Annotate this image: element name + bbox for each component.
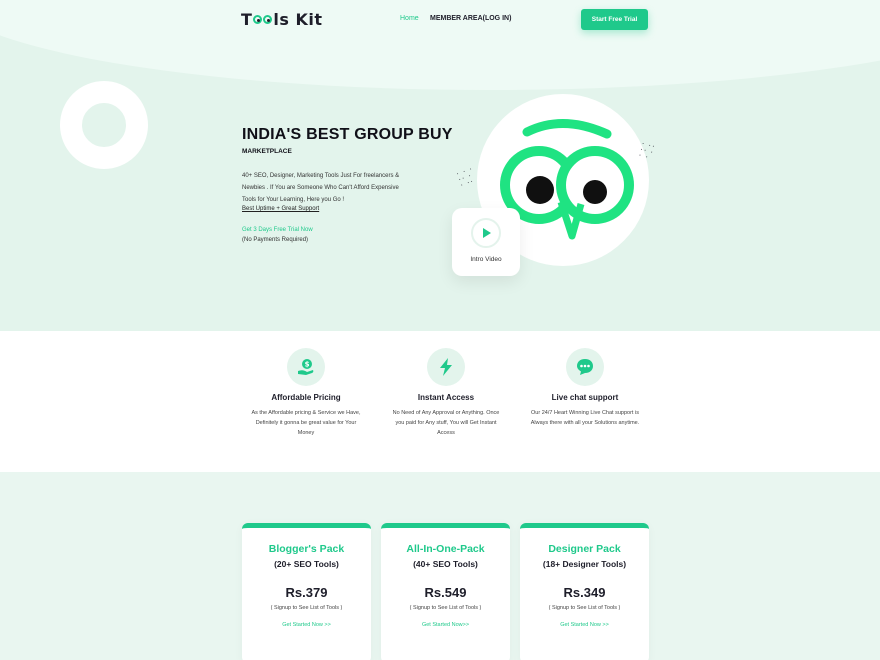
hero-highlight: Best Uptime + Great Support: [242, 206, 320, 212]
chat-icon: [566, 348, 604, 386]
pack-name: Designer Pack: [548, 543, 621, 555]
feature-title: Live chat support: [551, 393, 619, 402]
get-started-link[interactable]: Get Started Now >>: [242, 622, 371, 628]
pack-tool-count: (18+ Designer Tools): [542, 559, 627, 569]
nav-home-link[interactable]: Home: [400, 15, 419, 22]
feature-title: Affordable Pricing: [271, 393, 341, 402]
pack-price: Rs.349: [563, 585, 606, 600]
decorative-ring: [60, 81, 148, 169]
logo-eyes-icon: [253, 15, 273, 24]
play-icon[interactable]: [471, 218, 501, 248]
hero-description: 40+ SEO, Designer, Marketing Tools Just …: [242, 173, 400, 203]
dollar-hand-icon: $: [287, 348, 325, 386]
feature-affordable-pricing: $ Affordable Pricing As the Affordable p…: [244, 348, 368, 438]
intro-video-label: Intro Video: [470, 256, 502, 263]
pack-tool-count: (40+ SEO Tools): [413, 559, 478, 569]
get-started-link[interactable]: Get Started Now>>: [381, 622, 510, 628]
pricing-card-designer: Designer Pack (18+ Designer Tools) Rs.34…: [520, 523, 649, 660]
pack-tool-count: (20+ SEO Tools): [274, 559, 339, 569]
lightning-icon: [427, 348, 465, 386]
top-nav: T ls Kit Home MEMBER AREA(LOG IN) Start …: [0, 0, 880, 40]
hero-subtitle: MARKETPLACE: [242, 148, 292, 155]
pricing-card-all-in-one: All-In-One-Pack (40+ SEO Tools) Rs.549 (…: [381, 523, 510, 660]
logo[interactable]: T ls Kit: [241, 10, 323, 29]
pack-price: Rs.549: [424, 585, 467, 600]
feature-live-chat: Live chat support Our 24/7 Heart Winning…: [523, 348, 647, 428]
trial-note: (No Payments Required): [242, 237, 309, 243]
hero-title: INDIA'S BEST GROUP BUY: [242, 126, 453, 143]
pricing-card-bloggers: Blogger's Pack (20+ SEO Tools) Rs.379 ( …: [242, 523, 371, 660]
feature-description: As the Affordable pricing & Service we H…: [251, 410, 361, 436]
pricing-section: Blogger's Pack (20+ SEO Tools) Rs.379 ( …: [0, 472, 880, 660]
features-section: $ Affordable Pricing As the Affordable p…: [0, 331, 880, 472]
get-started-link[interactable]: Get Started Now >>: [520, 622, 649, 628]
feature-description: Our 24/7 Heart Winning Live Chat support…: [530, 410, 640, 426]
pack-name: All-In-One-Pack: [406, 543, 485, 555]
decorative-dots-icon: · · · ·· · · ··: [454, 163, 476, 190]
decorative-dots-icon: · ·· ·· · · ·: [637, 138, 657, 162]
free-trial-link[interactable]: Get 3 Days Free Trial Now: [242, 227, 313, 233]
feature-description: No Need of Any Approval or Anything. Onc…: [392, 410, 500, 436]
intro-video-card[interactable]: Intro Video: [452, 208, 520, 276]
pack-name: Blogger's Pack: [268, 543, 345, 555]
pack-note: ( Signup to See List of Tools ): [409, 605, 482, 611]
svg-text:$: $: [305, 361, 310, 369]
nav-member-area-link[interactable]: MEMBER AREA(LOG IN): [430, 15, 511, 22]
pack-price: Rs.379: [285, 585, 328, 600]
feature-instant-access: Instant Access No Need of Any Approval o…: [384, 348, 508, 438]
feature-title: Instant Access: [417, 393, 475, 402]
pack-note: ( Signup to See List of Tools ): [270, 605, 343, 611]
hero-section: T ls Kit Home MEMBER AREA(LOG IN) Start …: [0, 0, 880, 331]
pack-note: ( Signup to See List of Tools ): [548, 605, 621, 611]
start-free-trial-button[interactable]: Start Free Trial: [581, 9, 648, 30]
